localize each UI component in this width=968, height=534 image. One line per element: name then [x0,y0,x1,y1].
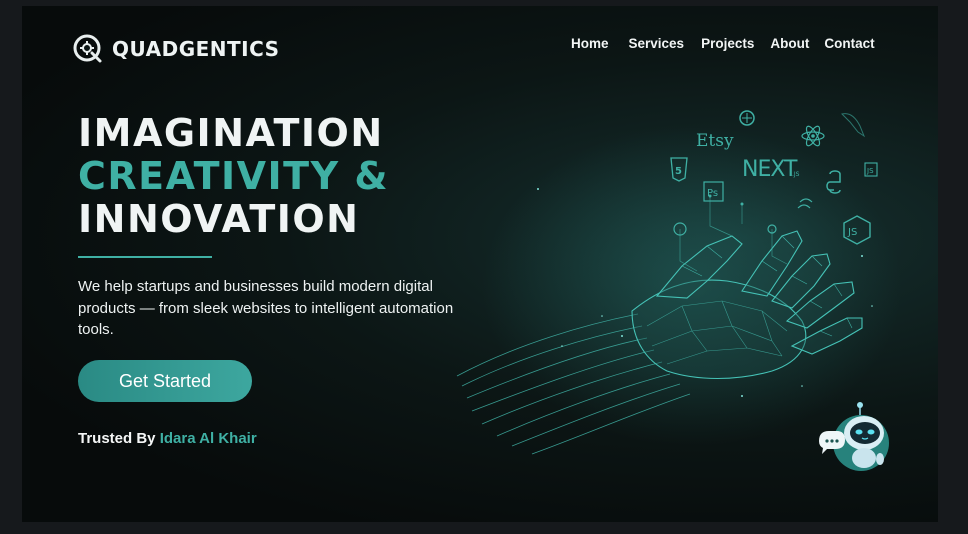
nav-contact[interactable]: Contact [824,36,874,51]
chatbot-icon[interactable] [817,401,897,476]
trusted-by-client[interactable]: Idara Al Khair [160,430,257,447]
get-started-button[interactable]: Get Started [78,360,252,402]
hero-title-line-1: IMAGINATION [78,111,384,155]
nav-about[interactable]: About [770,36,809,51]
etsy-icon: Etsy [696,131,734,151]
hero-title: IMAGINATION CREATIVITY & INNOVATION [78,112,389,241]
hero-section: QUADGENTICS Home Services Projects About… [22,6,938,522]
svg-text:.JS: .JS [792,171,800,178]
nav-projects[interactable]: Projects [701,36,754,51]
openai-icon [739,110,755,126]
mysql-dolphin-icon [841,113,866,138]
hero-title-line-3: INNOVATION [78,197,360,241]
nav-services[interactable]: Services [629,36,685,51]
nextjs-icon: NEXT .JS [742,157,800,182]
trusted-by-label: Trusted By [78,430,156,447]
svg-text:NEXT: NEXT [742,157,798,182]
nav-home[interactable]: Home [571,36,609,51]
svg-text:JS: JS [847,227,857,238]
svg-text:Ps: Ps [707,188,718,199]
react-icon [801,125,825,147]
hero-title-line-2: CREATIVITY & [78,154,389,198]
main-nav: Home Services Projects About Contact [571,36,875,51]
hero-description: We help startups and businesses build mo… [78,278,454,338]
svg-text:JS: JS [866,167,874,175]
brand-logo[interactable]: QUADGENTICS [72,33,280,65]
q-gear-logo-icon [73,34,102,63]
svg-text:5: 5 [675,166,682,177]
js-badge-icon: JS [864,162,878,177]
trusted-by: Trusted By Idara Al Khair [78,430,257,447]
title-divider [78,256,212,258]
brand-name: QUADGENTICS [112,37,280,61]
